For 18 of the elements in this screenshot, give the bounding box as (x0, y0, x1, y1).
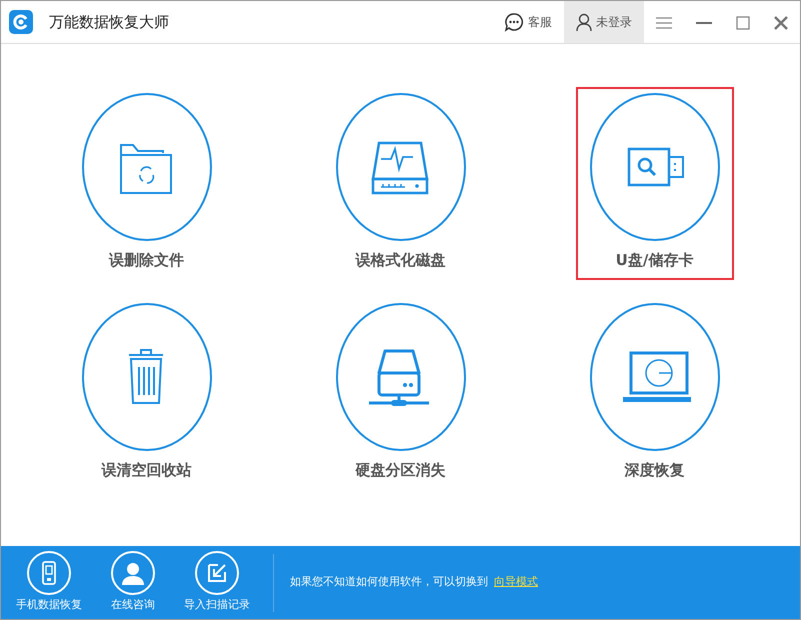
footer-button[interactable]: 在线咨询 (93, 547, 173, 618)
mode-label: 硬盘分区消失 (356, 460, 446, 481)
guide-mode-link[interactable]: 向导模式 (494, 574, 538, 591)
mode-label: 深度恢复 (624, 460, 684, 481)
mode-label: 误清空回收站 (102, 460, 192, 481)
footer-button[interactable]: 导入扫描记录 (177, 547, 257, 618)
footer-button[interactable]: 手机数据恢复 (9, 547, 89, 618)
mode-label: 误格式化磁盘 (356, 250, 446, 271)
chat-icon (504, 12, 524, 32)
mode-label: 误删除文件 (109, 250, 184, 271)
mode-label: U盘/储存卡 (616, 250, 694, 271)
support-button[interactable]: 客服 (492, 1, 564, 43)
app-logo-icon (9, 10, 33, 34)
window-title: 万能数据恢复大师 (49, 12, 169, 33)
person-icon (121, 561, 145, 586)
login-button[interactable]: 未登录 (564, 1, 644, 43)
hint-text: 如果您不知道如何使用软件，可以切换到 (290, 574, 488, 590)
user-icon (576, 13, 592, 31)
